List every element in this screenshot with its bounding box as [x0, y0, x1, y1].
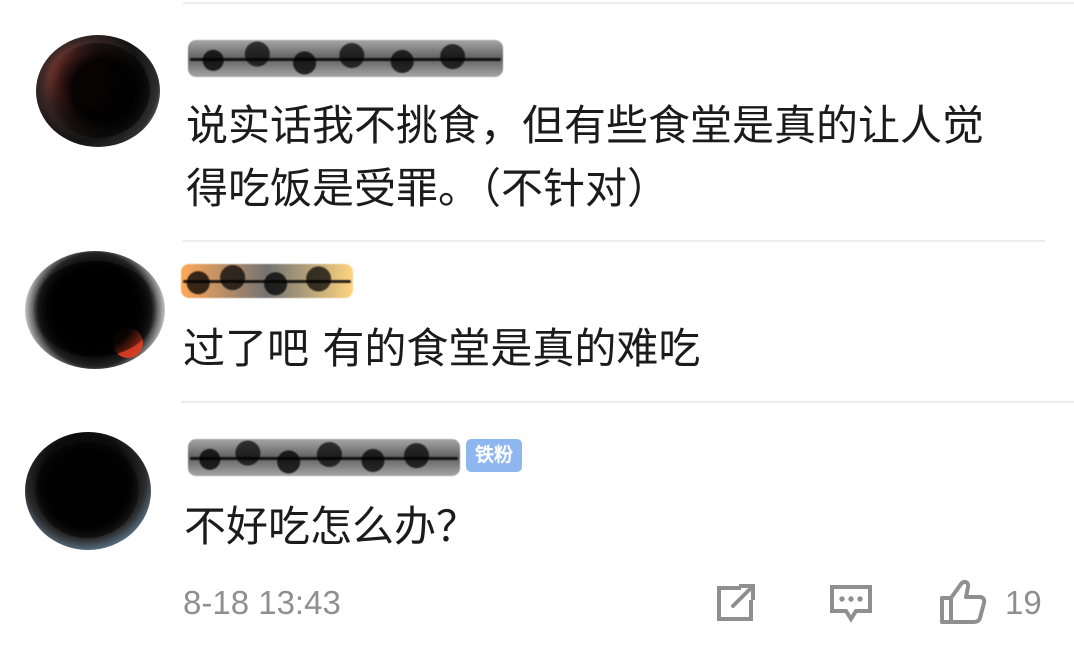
username-redacted[interactable] [188, 439, 460, 476]
comment-text-line-2: 得吃饭是受罪。（不针对） [186, 164, 670, 213]
comment-icon[interactable] [827, 580, 875, 626]
comment-text: 过了吧 有的食堂是真的难吃 [183, 324, 701, 373]
like-count: 19 [1005, 584, 1042, 621]
avatar[interactable] [25, 251, 165, 369]
divider-1 [183, 240, 1045, 242]
username-redacted[interactable] [188, 40, 503, 77]
timestamp: 8-18 13:43 [183, 584, 341, 621]
share-icon[interactable] [713, 580, 759, 626]
avatar[interactable] [25, 432, 151, 550]
comment-text: 说实话我不挑食，但有些食堂是真的让人觉 得吃饭是受罪。（不针对） [186, 94, 1046, 220]
fan-badge: 铁粉 [466, 439, 522, 472]
divider-2 [181, 401, 1074, 403]
avatar[interactable] [36, 35, 160, 147]
comment-text: 不好吃怎么办？ [184, 502, 479, 551]
like-icon[interactable] [937, 577, 989, 627]
comment-text-line-1: 说实话我不挑食，但有些食堂是真的让人觉 [186, 101, 985, 150]
username-redacted[interactable] [181, 264, 353, 298]
divider-top [183, 2, 1074, 4]
